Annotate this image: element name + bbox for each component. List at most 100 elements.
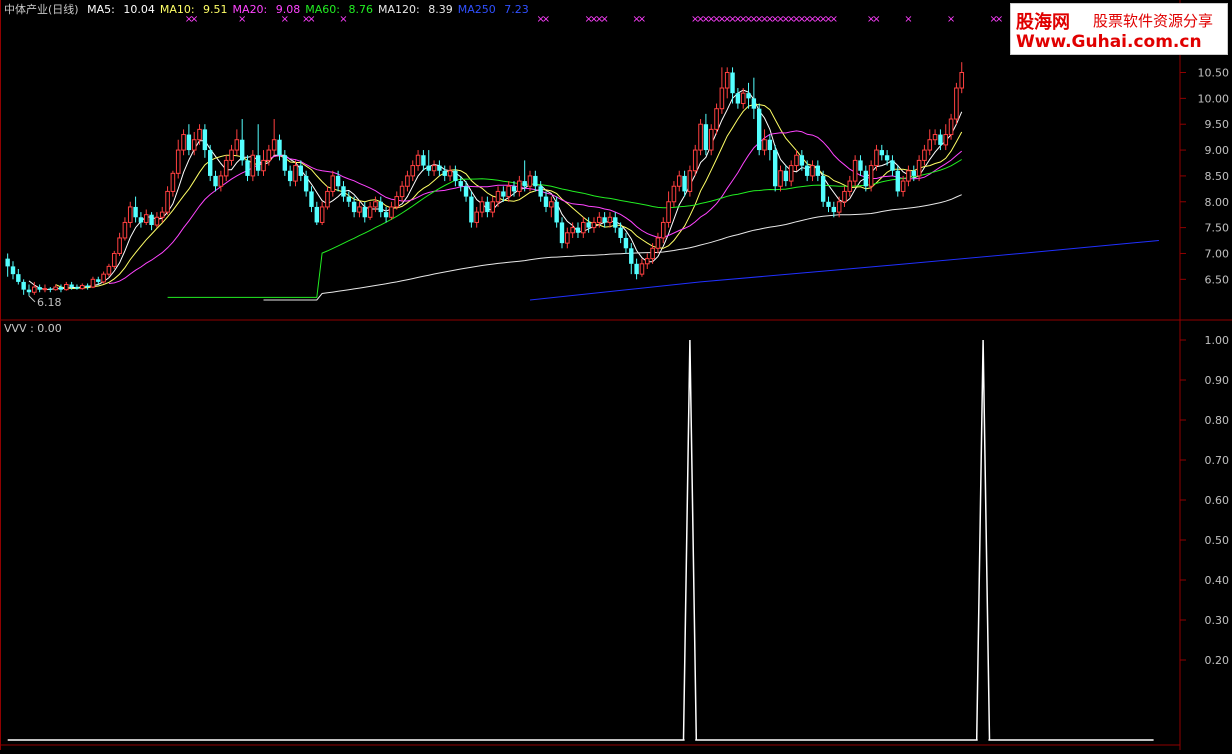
candle-body (474, 211, 480, 223)
candle (751, 77, 757, 120)
candle (63, 281, 69, 291)
candle-body (325, 190, 330, 208)
candle (687, 165, 693, 197)
candle (447, 165, 453, 182)
candle-body (714, 108, 719, 130)
candle (101, 271, 106, 284)
candle-body (756, 108, 762, 151)
price-tick-label: 8.00 (1205, 196, 1230, 209)
ma-legend-item: MA60: 8.76 (305, 3, 373, 16)
candle-body (10, 266, 16, 275)
candle (453, 165, 458, 187)
candle (143, 209, 149, 226)
candle (175, 139, 181, 179)
candle (287, 165, 293, 187)
ma60-line (167, 159, 962, 298)
candle-body (554, 201, 559, 223)
candle (330, 170, 336, 197)
candle-body (836, 201, 842, 213)
candle-body (138, 217, 144, 223)
candle (884, 150, 890, 166)
candle-body (575, 227, 581, 233)
candle-body (522, 181, 527, 187)
candle-body (538, 186, 543, 197)
signal-marker: × (872, 14, 880, 25)
candle-body (415, 154, 421, 167)
vvv-label: VVV (4, 322, 27, 335)
candle (517, 175, 522, 197)
candle (852, 155, 858, 187)
candle-body (708, 128, 714, 151)
candle-body (143, 214, 149, 223)
candle-body (373, 201, 378, 208)
candle-body (581, 221, 586, 234)
candle (111, 250, 117, 269)
candle-body (778, 170, 783, 187)
ma-legend-value: 9.08 (272, 3, 301, 16)
candle (186, 124, 192, 156)
candle-body (533, 175, 538, 187)
candle (586, 217, 591, 233)
candle-body (596, 216, 602, 223)
ma-legend-label: MA120: (377, 3, 420, 16)
candle (842, 186, 847, 207)
candle (341, 181, 346, 202)
candle-body (511, 186, 517, 192)
candle-body (943, 134, 949, 146)
candle-body (16, 274, 21, 282)
candle-body (319, 206, 325, 223)
candle (772, 144, 778, 192)
ma-legend-item: MA250 7.23 (458, 3, 529, 16)
signal-marker: × (638, 14, 646, 25)
candle-body (314, 206, 320, 223)
candle-body (186, 134, 192, 151)
vvv-header: VVV : 0.00 (4, 322, 62, 335)
candle-body (229, 149, 234, 161)
ma-legend-value: 8.39 (424, 3, 453, 16)
candle (138, 212, 144, 228)
candle-body (703, 124, 709, 151)
candle (490, 196, 495, 218)
candle-body (58, 287, 64, 290)
candle (565, 227, 570, 249)
signal-marker: × (904, 14, 912, 25)
candle-body (362, 206, 367, 218)
candle (858, 155, 863, 176)
candle (389, 201, 394, 220)
candle-body (223, 159, 229, 177)
candle (533, 170, 538, 192)
candle-body (826, 201, 831, 207)
candle-body (293, 165, 298, 182)
candle (836, 196, 842, 218)
candle-body (458, 181, 463, 187)
candle-body (69, 284, 74, 288)
candle (703, 113, 709, 156)
candle-body (543, 196, 549, 207)
candle-body (218, 175, 224, 187)
candle (554, 196, 559, 228)
candle-body (202, 129, 208, 151)
price-tick-label: 10.50 (1198, 67, 1230, 80)
candle (79, 283, 85, 290)
candle (421, 150, 426, 171)
candle (644, 253, 650, 269)
candle-body (282, 155, 288, 171)
candle-body (21, 281, 26, 290)
kline-chart[interactable]: 6.50 7.00 7.50 8.00 8.50 9.00 9.50 10.00 10.50 0.… (0, 0, 1232, 750)
min-price-label: 6.18 (37, 296, 62, 309)
vvv-tick-label: 1.00 (1205, 334, 1230, 347)
candle-body (831, 206, 837, 213)
candle-body (916, 159, 922, 177)
signal-marker: × (995, 14, 1003, 25)
candle (133, 196, 138, 223)
ma-legend-value: 9.51 (199, 3, 228, 16)
candle-body (463, 186, 469, 197)
candle-body (149, 214, 154, 226)
candle-body (692, 149, 698, 172)
candle (5, 253, 10, 277)
candle (916, 155, 922, 182)
vvv-tick-label: 0.90 (1205, 374, 1230, 387)
candle (319, 201, 325, 226)
candle-body (53, 286, 58, 291)
candle (255, 124, 261, 176)
